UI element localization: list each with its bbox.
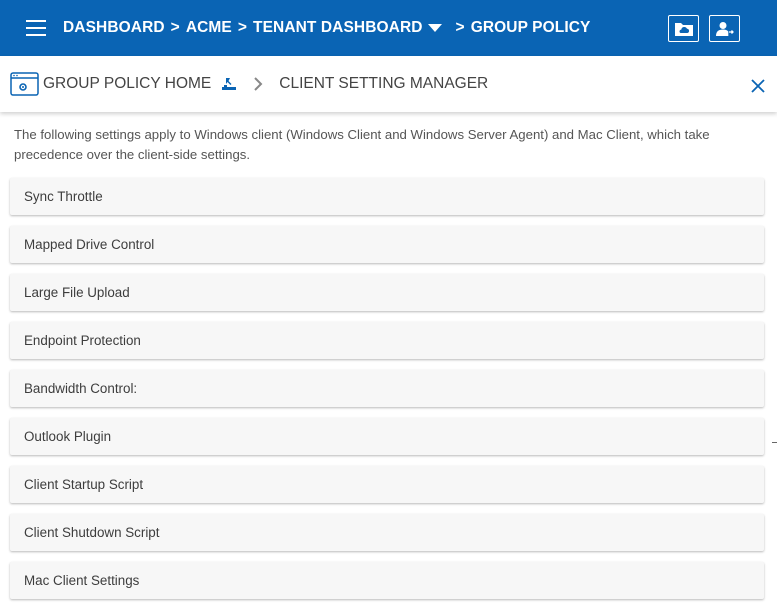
setting-item-client-startup-script[interactable]: Client Startup Script xyxy=(10,466,764,503)
setting-item-large-file-upload[interactable]: Large File Upload xyxy=(10,274,764,311)
settings-window-icon xyxy=(10,72,39,96)
cloud-folder-icon xyxy=(674,22,693,36)
hierarchy-icon[interactable] xyxy=(221,76,237,92)
user-switch-button[interactable] xyxy=(709,15,740,42)
setting-item-endpoint-protection[interactable]: Endpoint Protection xyxy=(10,322,764,359)
close-icon[interactable] xyxy=(751,79,765,93)
breadcrumb-group-policy: GROUP POLICY xyxy=(470,19,591,36)
breadcrumb-acme[interactable]: ACME xyxy=(186,19,232,37)
breadcrumb-separator: > xyxy=(237,19,248,36)
menu-icon[interactable] xyxy=(26,20,46,36)
page-title: CLIENT SETTING MANAGER xyxy=(279,75,489,92)
setting-item-client-shutdown-script[interactable]: Client Shutdown Script xyxy=(10,514,764,551)
setting-item-sync-throttle[interactable]: Sync Throttle xyxy=(10,178,764,215)
settings-list: Sync Throttle Mapped Drive Control Large… xyxy=(10,178,764,610)
breadcrumb: DASHBOARD > ACME > TENANT DASHBOARD > GR… xyxy=(63,19,590,37)
setting-item-mac-client-settings[interactable]: Mac Client Settings xyxy=(10,562,764,599)
setting-item-outlook-plugin[interactable]: Outlook Plugin xyxy=(10,418,764,455)
chevron-down-icon[interactable] xyxy=(427,24,442,32)
setting-item-bandwidth-control[interactable]: Bandwidth Control: xyxy=(10,370,764,407)
breadcrumb-separator: > xyxy=(455,19,465,36)
breadcrumb-separator: > xyxy=(170,19,180,36)
sub-header: GROUP POLICY HOME CLIENT SETTING MANAGER xyxy=(0,56,777,112)
cloud-folder-button[interactable] xyxy=(668,15,699,42)
top-nav-bar: DASHBOARD > ACME > TENANT DASHBOARD > GR… xyxy=(0,0,777,56)
setting-item-mapped-drive-control[interactable]: Mapped Drive Control xyxy=(10,226,764,263)
breadcrumb-dashboard[interactable]: DASHBOARD xyxy=(63,19,165,37)
user-switch-icon xyxy=(715,21,734,36)
breadcrumb-tenant-dashboard[interactable]: TENANT DASHBOARD xyxy=(253,19,423,37)
group-policy-home-link[interactable]: GROUP POLICY HOME xyxy=(43,75,211,93)
scroll-tick xyxy=(772,442,777,443)
chevron-right-icon xyxy=(254,77,263,91)
description-text: The following settings apply to Windows … xyxy=(14,127,710,162)
